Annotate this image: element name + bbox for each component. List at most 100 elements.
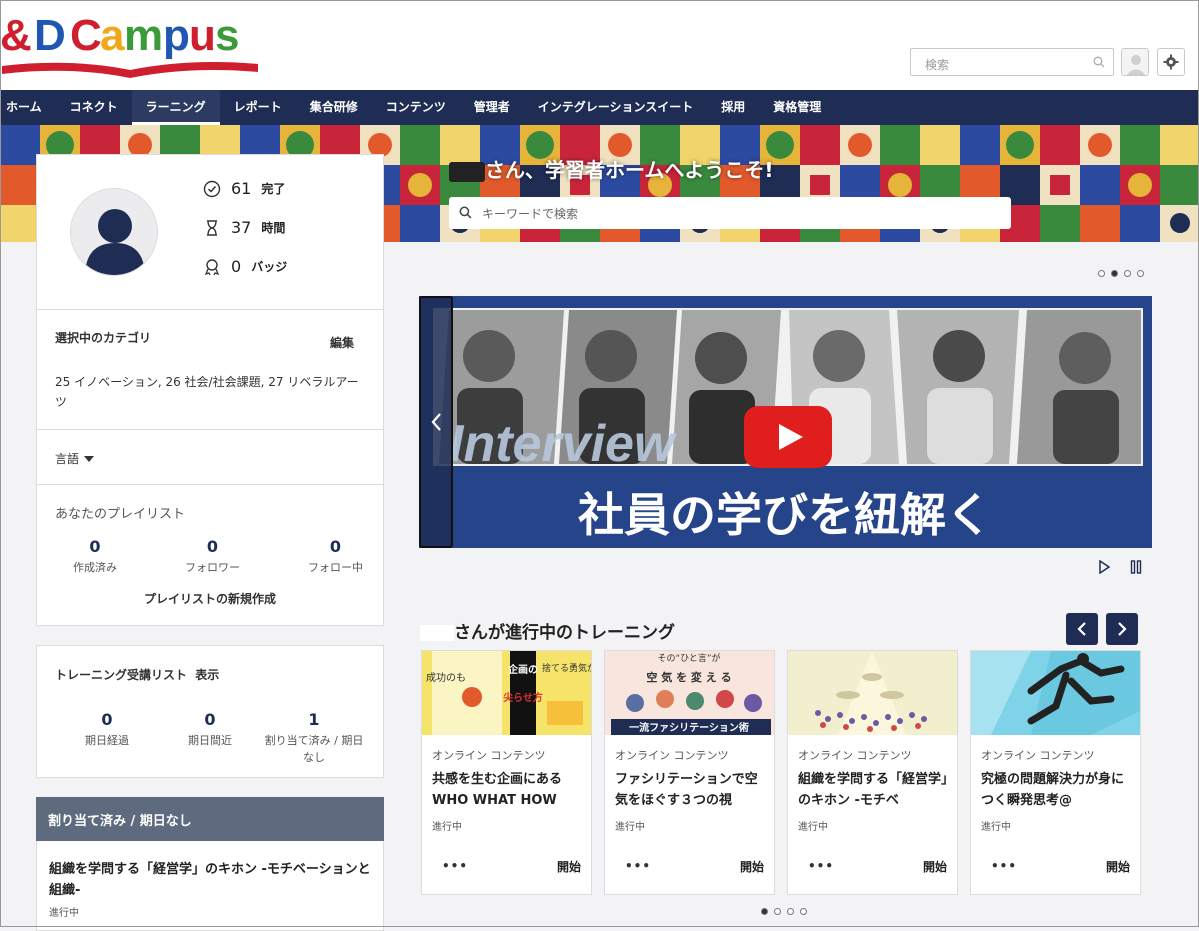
carousel-dot-2[interactable] <box>1111 270 1118 277</box>
create-playlist-link[interactable]: プレイリストの新規作成 <box>37 590 383 607</box>
playlist-followers-label: フォロワー <box>185 561 240 574</box>
more-options-button[interactable]: ••• <box>442 859 468 873</box>
carousel-dot-4[interactable] <box>1137 270 1144 277</box>
training-title[interactable]: 究極の問題解決力が身につく瞬発思考@ <box>981 769 1133 811</box>
thumb-text-2: 尖らせ方 <box>503 691 543 704</box>
main-nav: ホーム コネクト ラーニング レポート 集合研修 コンテンツ 管理者 インテグレ… <box>0 90 1199 125</box>
badge-icon <box>204 258 220 275</box>
stat-overdue[interactable]: 0 期日経過 <box>77 710 137 748</box>
keyword-search-input[interactable]: キーワードで検索 <box>449 197 1011 229</box>
training-type: オンライン コンテンツ <box>432 749 546 762</box>
svg-text:p: p <box>163 11 190 60</box>
trainings-next-button[interactable] <box>1106 613 1138 645</box>
playlist-stat-following[interactable]: 0 フォロー中 <box>308 537 363 575</box>
start-button[interactable]: 開始 <box>740 858 764 875</box>
trainings-heading: さんが進行中のトレーニング <box>420 618 675 643</box>
training-title[interactable]: 組織を学問する「経営学」のキホン -モチベ <box>798 769 950 811</box>
svg-text:u: u <box>189 11 216 60</box>
thumb-text-1: 企画の <box>507 663 538 676</box>
nav-item-integration-suite[interactable]: インテグレーションスイート <box>524 90 708 125</box>
assigned-item[interactable]: 組織を学問する「経営学」のキホン -モチベーションと組織- 進行中 <box>36 841 384 931</box>
training-title[interactable]: ファシリテーションで空気をほぐす３つの視 <box>615 769 767 811</box>
training-type: オンライン コンテンツ <box>615 749 729 762</box>
training-card[interactable]: 企画の 尖らせ方 成功のも 捨てる勇気が オンライン コンテンツ 共感を生む企画… <box>421 650 592 895</box>
trainings-dot-3[interactable] <box>787 908 794 915</box>
start-button[interactable]: 開始 <box>557 858 581 875</box>
training-list-section: トレーニング受講リスト 表示 0 期日経過 0 期日間近 1 割り当て済み / 期日な… <box>36 645 384 778</box>
brand-logo[interactable]: & D C a m p u s <box>0 6 270 86</box>
training-thumbnail: 企画の 尖らせ方 成功のも 捨てる勇気が <box>422 651 591 735</box>
user-avatar-button[interactable] <box>1121 48 1149 76</box>
carousel-dot-3[interactable] <box>1124 270 1131 277</box>
nav-item-connect[interactable]: コネクト <box>56 90 132 125</box>
training-card[interactable]: その“ひと言”が 空 気 を 変 え る 一流ファシリテーション術 オンライン … <box>604 650 775 895</box>
language-dropdown[interactable]: 言語 <box>55 450 95 467</box>
nav-item-group-training[interactable]: 集合研修 <box>296 90 372 125</box>
playlist-title: あなたのプレイリスト <box>55 507 186 522</box>
assigned-label: 割り当て済み / 期日なし <box>264 734 364 764</box>
nav-item-home[interactable]: ホーム <box>0 90 56 125</box>
playlist-created-label: 作成済み <box>73 561 117 574</box>
hours-unit: 時間 <box>261 221 286 235</box>
nav-item-recruiting[interactable]: 採用 <box>707 90 759 125</box>
assigned-header: 割り当て済み / 期日なし <box>36 797 384 841</box>
due-soon-label: 期日間近 <box>188 734 232 747</box>
check-circle-icon <box>203 180 221 197</box>
assigned-item-title[interactable]: 組織を学問する「経営学」のキホン -モチベーションと組織- <box>49 859 374 901</box>
trainings-dots <box>761 908 807 915</box>
nav-item-admin[interactable]: 管理者 <box>460 90 524 125</box>
training-list-show-link[interactable]: 表示 <box>195 668 219 682</box>
training-list-label: トレーニング受講リスト <box>55 668 188 682</box>
carousel-dots <box>1098 270 1144 277</box>
trainings-dot-1[interactable] <box>761 908 768 915</box>
svg-text:m: m <box>124 11 163 60</box>
stat-hours: 37 時間 <box>203 218 285 237</box>
training-status: 進行中 <box>432 822 462 833</box>
profile-avatar[interactable] <box>70 188 158 276</box>
svg-text:a: a <box>100 11 125 60</box>
carousel-prev-button[interactable] <box>419 296 453 548</box>
playlist-stat-created[interactable]: 0 作成済み <box>73 537 117 575</box>
nav-item-report[interactable]: レポート <box>220 90 296 125</box>
play-icon <box>1099 559 1111 575</box>
top-header: & D C a m p u s 検索 <box>0 0 1199 90</box>
carousel-dot-1[interactable] <box>1098 270 1105 277</box>
nav-item-learning[interactable]: ラーニング <box>131 90 220 125</box>
thumb-text-3: 成功のも <box>426 672 466 684</box>
start-button[interactable]: 開始 <box>1106 858 1130 875</box>
carousel-pause-button[interactable] <box>1130 560 1142 577</box>
playlist-stat-followers[interactable]: 0 フォロワー <box>185 537 240 575</box>
language-label: 言語 <box>55 452 80 466</box>
more-options-button[interactable]: ••• <box>991 859 1017 873</box>
playlist-following-label: フォロー中 <box>308 561 363 574</box>
edit-categories-link[interactable]: 編集 <box>330 334 354 351</box>
featured-carousel[interactable]: Interview 社員の学びを紐解く <box>419 296 1152 548</box>
stat-completed: 61 完了 <box>203 179 285 198</box>
carousel-play-button[interactable] <box>1098 559 1111 577</box>
training-card[interactable]: オンライン コンテンツ 究極の問題解決力が身につく瞬発思考@ 進行中 ••• 開… <box>970 650 1141 895</box>
user-icon <box>1122 49 1148 75</box>
nav-item-certification[interactable]: 資格管理 <box>759 90 835 125</box>
badges-unit: バッジ <box>251 260 288 274</box>
header-search-input[interactable]: 検索 <box>910 48 1114 76</box>
thumb-text-3: 一流ファシリテーション術 <box>629 721 749 734</box>
trainings-dot-2[interactable] <box>774 908 781 915</box>
profile-card: 61 完了 37 時間 0 バッジ <box>36 154 384 309</box>
trainings-dot-4[interactable] <box>800 908 807 915</box>
search-icon[interactable] <box>1093 56 1105 71</box>
more-options-button[interactable]: ••• <box>625 859 651 873</box>
chevron-left-icon <box>1077 622 1086 636</box>
more-options-button[interactable]: ••• <box>808 859 834 873</box>
trainings-prev-button[interactable] <box>1066 613 1098 645</box>
caret-down-icon <box>84 455 95 462</box>
start-button[interactable]: 開始 <box>923 858 947 875</box>
settings-button[interactable] <box>1157 48 1185 76</box>
nav-item-contents[interactable]: コンテンツ <box>372 90 460 125</box>
training-type: オンライン コンテンツ <box>798 749 912 762</box>
training-title[interactable]: 共感を生む企画にある WHO WHAT HOW <box>432 769 584 811</box>
pause-icon <box>1130 560 1142 574</box>
training-card[interactable]: オンライン コンテンツ 組織を学問する「経営学」のキホン -モチベ 進行中 ••… <box>787 650 958 895</box>
stat-due-soon[interactable]: 0 期日間近 <box>180 710 240 748</box>
due-soon-count: 0 <box>204 710 216 729</box>
stat-assigned-no-due[interactable]: 1 割り当て済み / 期日なし <box>261 710 367 766</box>
